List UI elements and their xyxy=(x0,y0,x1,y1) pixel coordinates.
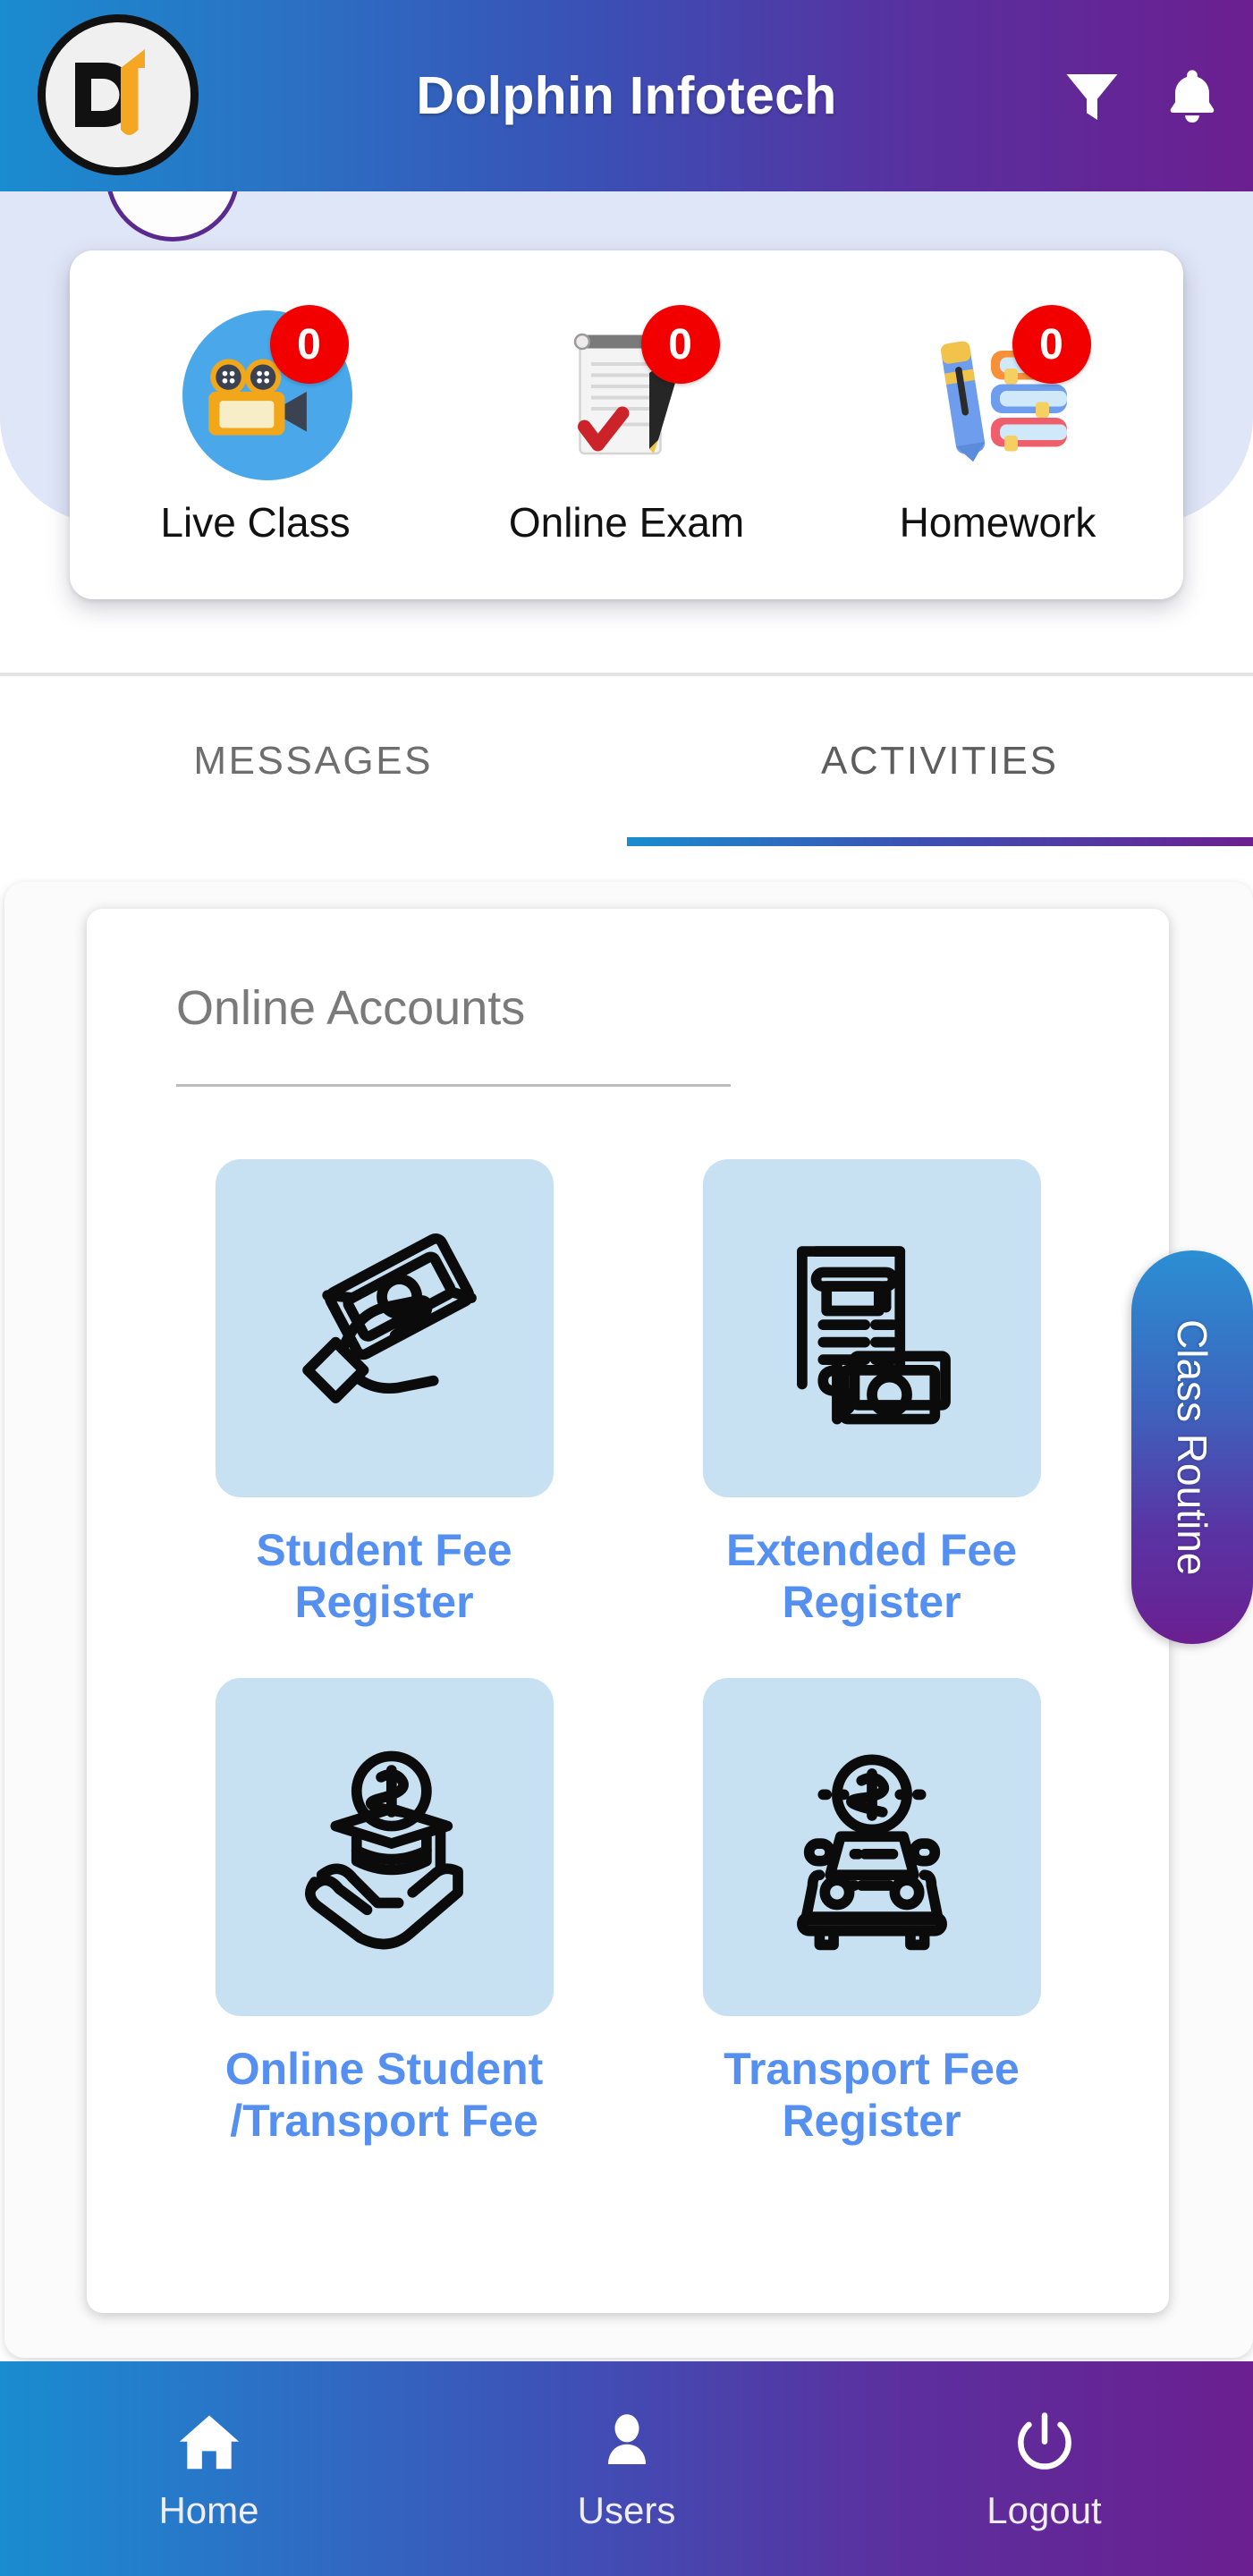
activities-content: Online Accounts Student Fee Register Ext… xyxy=(4,882,1253,2358)
user-icon xyxy=(589,2405,665,2480)
app-screen: Dolphin Infotech 0 Live Class 0 Online E… xyxy=(0,0,1253,2576)
grid-item-online-student-transport-fee[interactable]: Online Student /Transport Fee xyxy=(140,1678,628,2147)
quick-action-online-exam[interactable]: 0 Online Exam xyxy=(441,250,812,599)
invoice-cash-icon xyxy=(796,1246,951,1425)
quick-action-icon-wrap: 0 xyxy=(157,303,354,491)
class-routine-label: Class Routine xyxy=(1169,1318,1215,1576)
quick-action-icon-wrap: 0 xyxy=(900,303,1096,491)
car-money-icon xyxy=(796,1754,947,1951)
nav-label: Home xyxy=(158,2489,259,2531)
nav-item-home[interactable]: Home xyxy=(0,2361,418,2576)
power-icon xyxy=(1007,2405,1082,2480)
quick-action-label: Homework xyxy=(899,499,1096,546)
bottom-navigation: Home Users Logout xyxy=(0,2361,1253,2576)
badge-live-class: 0 xyxy=(269,305,349,384)
grid-item-transport-fee-register[interactable]: Transport Fee Register xyxy=(628,1678,1115,2147)
panel-title: Online Accounts xyxy=(176,981,526,1035)
account-grid: Student Fee Register Extended Fee Regist… xyxy=(140,1159,1115,2197)
tile xyxy=(215,1159,554,1497)
grid-item-label: Online Student /Transport Fee xyxy=(224,2044,544,2146)
quick-action-icon-wrap: 0 xyxy=(529,303,725,491)
quick-action-live-class[interactable]: 0 Live Class xyxy=(70,250,441,599)
tab-bar: MESSAGES ACTIVITIES xyxy=(0,676,1253,846)
tile xyxy=(702,1678,1041,2016)
online-accounts-panel: Online Accounts Student Fee Register Ext… xyxy=(87,909,1169,2313)
grid-item-label: Student Fee Register xyxy=(256,1525,512,1627)
quick-actions-card: 0 Live Class 0 Online Exam 0 Homework xyxy=(70,250,1183,599)
grid-item-label: Transport Fee Register xyxy=(724,2044,1020,2146)
class-routine-tab[interactable]: Class Routine xyxy=(1131,1250,1253,1644)
filter-icon[interactable] xyxy=(1058,57,1126,134)
active-tab-indicator xyxy=(626,837,1253,846)
app-header: Dolphin Infotech xyxy=(0,0,1253,191)
tab-messages[interactable]: MESSAGES xyxy=(0,676,627,846)
grid-item-student-fee-register[interactable]: Student Fee Register xyxy=(140,1159,628,1628)
nav-item-users[interactable]: Users xyxy=(418,2361,835,2576)
dolphin-infotech-logo[interactable] xyxy=(38,14,199,175)
bell-icon[interactable] xyxy=(1158,57,1226,134)
quick-action-label: Online Exam xyxy=(508,499,745,546)
panel-divider xyxy=(176,1084,731,1087)
hand-holding-cash-icon xyxy=(301,1233,477,1403)
nav-item-logout[interactable]: Logout xyxy=(835,2361,1253,2576)
tab-activities-label: ACTIVITIES xyxy=(820,739,1059,783)
tile xyxy=(215,1678,554,2016)
home-icon xyxy=(172,2405,247,2480)
header-actions xyxy=(1058,0,1226,191)
grid-item-extended-fee-register[interactable]: Extended Fee Register xyxy=(628,1159,1115,1628)
tile xyxy=(702,1159,1041,1497)
badge-homework: 0 xyxy=(1012,305,1091,384)
tab-activities[interactable]: ACTIVITIES xyxy=(626,676,1253,846)
quick-action-label: Live Class xyxy=(160,499,351,546)
quick-action-homework[interactable]: 0 Homework xyxy=(812,250,1183,599)
tab-messages-label: MESSAGES xyxy=(193,739,434,783)
nav-label: Logout xyxy=(986,2489,1102,2531)
badge-online-exam: 0 xyxy=(640,305,720,384)
nav-label: Users xyxy=(577,2489,676,2531)
grid-item-label: Extended Fee Register xyxy=(725,1525,1018,1627)
graduation-cap-money-hand-icon xyxy=(304,1750,463,1950)
